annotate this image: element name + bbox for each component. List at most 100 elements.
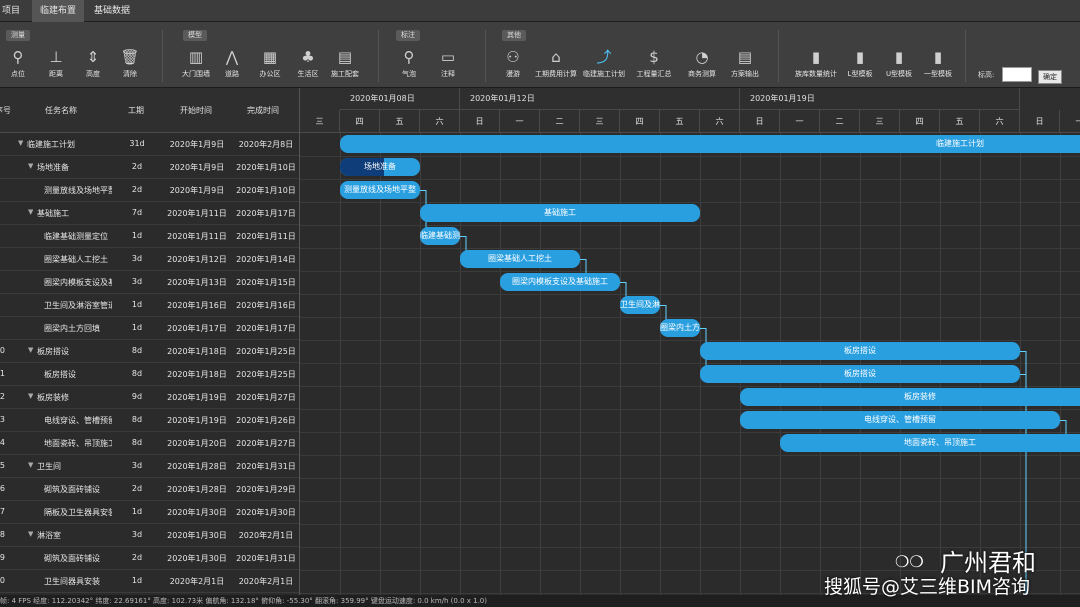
elevation-input[interactable]	[1002, 67, 1032, 82]
task-row[interactable]: 4 地面瓷砖、吊顶施工 8d 2020年1月20日 2020年1月27日	[0, 432, 299, 455]
task-row[interactable]: ▼ 临建施工计划 31d 2020年1月9日 2020年2月8日	[0, 133, 299, 156]
task-duration: 31d	[129, 139, 145, 148]
task-id: 2	[0, 392, 5, 401]
task-bar[interactable]: 测量放线及场地平整	[340, 181, 420, 199]
task-row[interactable]: 5 ▼ 卫生间 3d 2020年1月28日 2020年1月31日	[0, 455, 299, 478]
task-bar[interactable]: 临建施工计划	[340, 135, 1080, 153]
task-bar-label: 板房搭设	[844, 369, 876, 378]
task-row[interactable]: 6 砌筑及面砖铺设 2d 2020年1月28日 2020年1月29日	[0, 478, 299, 501]
pie-icon: ◔	[695, 48, 709, 66]
expand-caret-icon[interactable]: ▼	[28, 162, 33, 170]
coin-icon: $	[649, 48, 659, 66]
column-header-name[interactable]: 任务名称	[45, 105, 77, 116]
task-row[interactable]: 3 电线穿设、管槽预留 8d 2020年1月19日 2020年1月26日	[0, 409, 299, 432]
task-bar[interactable]: 板房搭设	[700, 365, 1020, 383]
task-duration: 7d	[131, 208, 143, 217]
task-bar[interactable]: 临建基础测	[420, 227, 460, 245]
tool-label: 施工配套	[331, 70, 359, 78]
task-row[interactable]: 2 ▼ 板房装修 9d 2020年1月19日 2020年1月27日	[0, 386, 299, 409]
task-grid: ▼ 临建施工计划 31d 2020年1月9日 2020年2月8日 ▼ 场地准备 2d 2020年…	[0, 133, 300, 595]
task-duration: 2d	[131, 553, 143, 562]
column-header-id[interactable]: 序号	[0, 105, 11, 116]
l-template-icon: ▮	[855, 48, 865, 66]
task-finish: 2020年2月1日	[238, 531, 294, 540]
home-tool-button[interactable]: ⌂ 工期费用计算	[535, 44, 577, 84]
task-bar[interactable]: 圈梁基础人工挖土	[460, 250, 580, 268]
task-row[interactable]: 0 ▼ 板房搭设 8d 2020年1月18日 2020年1月25日	[0, 340, 299, 363]
task-finish: 2020年1月26日	[236, 416, 296, 425]
timeline-day-label: 二	[540, 110, 580, 133]
task-row[interactable]: 9 砌筑及面砖铺设 2d 2020年1月30日 2020年1月31日	[0, 547, 299, 570]
watermark-source: 搜狐号@艾三维BIM咨询	[824, 576, 1031, 598]
task-duration: 8d	[131, 346, 143, 355]
task-bar-label: 卫生间及淋	[620, 300, 660, 309]
group-label-other: 其他	[502, 30, 526, 41]
column-header-start[interactable]: 开始时间	[180, 105, 212, 116]
document-tool-button[interactable]: ▤ 方案输出	[725, 44, 765, 84]
ok-button[interactable]: 确定	[1038, 70, 1062, 84]
task-bar[interactable]: 板房装修	[740, 388, 1080, 406]
task-row[interactable]: ▼ 基础施工 7d 2020年1月11日 2020年1月17日	[0, 202, 299, 225]
task-row[interactable]: 7 隔板及卫生器具安装 1d 2020年1月30日 2020年1月30日	[0, 501, 299, 524]
facility-icon: ▤	[337, 48, 353, 66]
task-bar[interactable]: 基础施工	[420, 204, 700, 222]
expand-caret-icon[interactable]: ▼	[28, 461, 33, 469]
task-row[interactable]: 卫生间及淋浴室管道 1d 2020年1月16日 2020年1月16日	[0, 294, 299, 317]
task-start: 2020年1月30日	[167, 554, 227, 563]
expand-caret-icon[interactable]: ▼	[28, 530, 33, 538]
document-icon: ▤	[737, 48, 753, 66]
task-bar[interactable]: 场地准备	[340, 158, 420, 176]
task-start: 2020年1月28日	[167, 462, 227, 471]
timeline-week-label: 2020年01月08日	[340, 88, 460, 110]
menu-project[interactable]: 项目	[0, 0, 28, 22]
task-row[interactable]: ▼ 场地准备 2d 2020年1月9日 2020年1月10日	[0, 156, 299, 179]
task-id: 0	[0, 346, 5, 355]
road-icon: ⋀	[225, 48, 239, 66]
task-bar[interactable]: 圈梁内土方	[660, 319, 700, 337]
task-row[interactable]: 圈梁基础人工挖土 3d 2020年1月12日 2020年1月14日	[0, 248, 299, 271]
task-bar[interactable]: 卫生间及淋	[620, 296, 660, 314]
task-finish: 2020年1月30日	[236, 508, 296, 517]
task-row[interactable]: 测量放线及场地平整 2d 2020年1月9日 2020年1月10日	[0, 179, 299, 202]
i-template-tool-button[interactable]: ▮ 一型模板	[918, 44, 958, 84]
menu-basic-data[interactable]: 基础数据	[86, 0, 138, 22]
task-bar[interactable]: 电线穿设、管槽预留	[740, 411, 1060, 429]
task-row[interactable]: 圈梁内土方回填 1d 2020年1月17日 2020年1月17日	[0, 317, 299, 340]
task-start: 2020年1月11日	[167, 232, 227, 241]
task-name: 卫生间	[37, 462, 61, 471]
column-header-finish[interactable]: 完成时间	[247, 105, 279, 116]
task-row[interactable]: 0 卫生间器具安装 1d 2020年2月1日 2020年2月1日	[0, 570, 299, 593]
timeline-day-label: 三	[580, 110, 620, 133]
task-name: 卫生间及淋浴室管道	[44, 301, 112, 310]
coin-tool-button[interactable]: $ 工程量汇总	[634, 44, 674, 84]
task-start: 2020年1月30日	[167, 531, 227, 540]
task-bar[interactable]: 板房搭设	[700, 342, 1020, 360]
trend-chart-tool-button[interactable]: ⤴ 临建施工计划	[583, 44, 625, 84]
expand-caret-icon[interactable]: ▼	[18, 139, 23, 147]
timeline-day-label: 三	[860, 110, 900, 133]
task-row[interactable]: 8 ▼ 淋浴室 3d 2020年1月30日 2020年2月1日	[0, 524, 299, 547]
timeline-day-label: 日	[460, 110, 500, 133]
trash-tool-button[interactable]: 🗑 清除	[110, 44, 150, 84]
column-header-duration[interactable]: 工期	[128, 105, 144, 116]
wechat-icon: ❍❍	[895, 552, 924, 571]
expand-caret-icon[interactable]: ▼	[28, 208, 33, 216]
task-bar[interactable]: 圈梁内模板支设及基础施工	[500, 273, 620, 291]
bubble-icon: ⚲	[403, 48, 415, 66]
task-row[interactable]: 临建基础测量定位 1d 2020年1月11日 2020年1月11日	[0, 225, 299, 248]
task-id: 3	[0, 415, 5, 424]
task-duration: 3d	[131, 461, 143, 470]
group-label-model: 模型	[183, 30, 207, 41]
facility-tool-button[interactable]: ▤ 施工配套	[325, 44, 365, 84]
timeline-day-label: 二	[820, 110, 860, 133]
comment-tool-button[interactable]: ▭ 注释	[428, 44, 468, 84]
task-name: 隔板及卫生器具安装	[44, 508, 112, 517]
task-row[interactable]: 1 板房搭设 8d 2020年1月18日 2020年1月25日	[0, 363, 299, 386]
menu-temporary-layout[interactable]: 临建布置	[32, 0, 85, 22]
expand-caret-icon[interactable]: ▼	[28, 346, 33, 354]
task-bar[interactable]: 地面瓷砖、吊顶施工	[780, 434, 1080, 452]
plant-icon: ♣	[301, 48, 315, 66]
timeline-day-label: 一	[1060, 110, 1080, 133]
task-row[interactable]: 圈梁内模板支设及基础施工 3d 2020年1月13日 2020年1月15日	[0, 271, 299, 294]
expand-caret-icon[interactable]: ▼	[28, 392, 33, 400]
